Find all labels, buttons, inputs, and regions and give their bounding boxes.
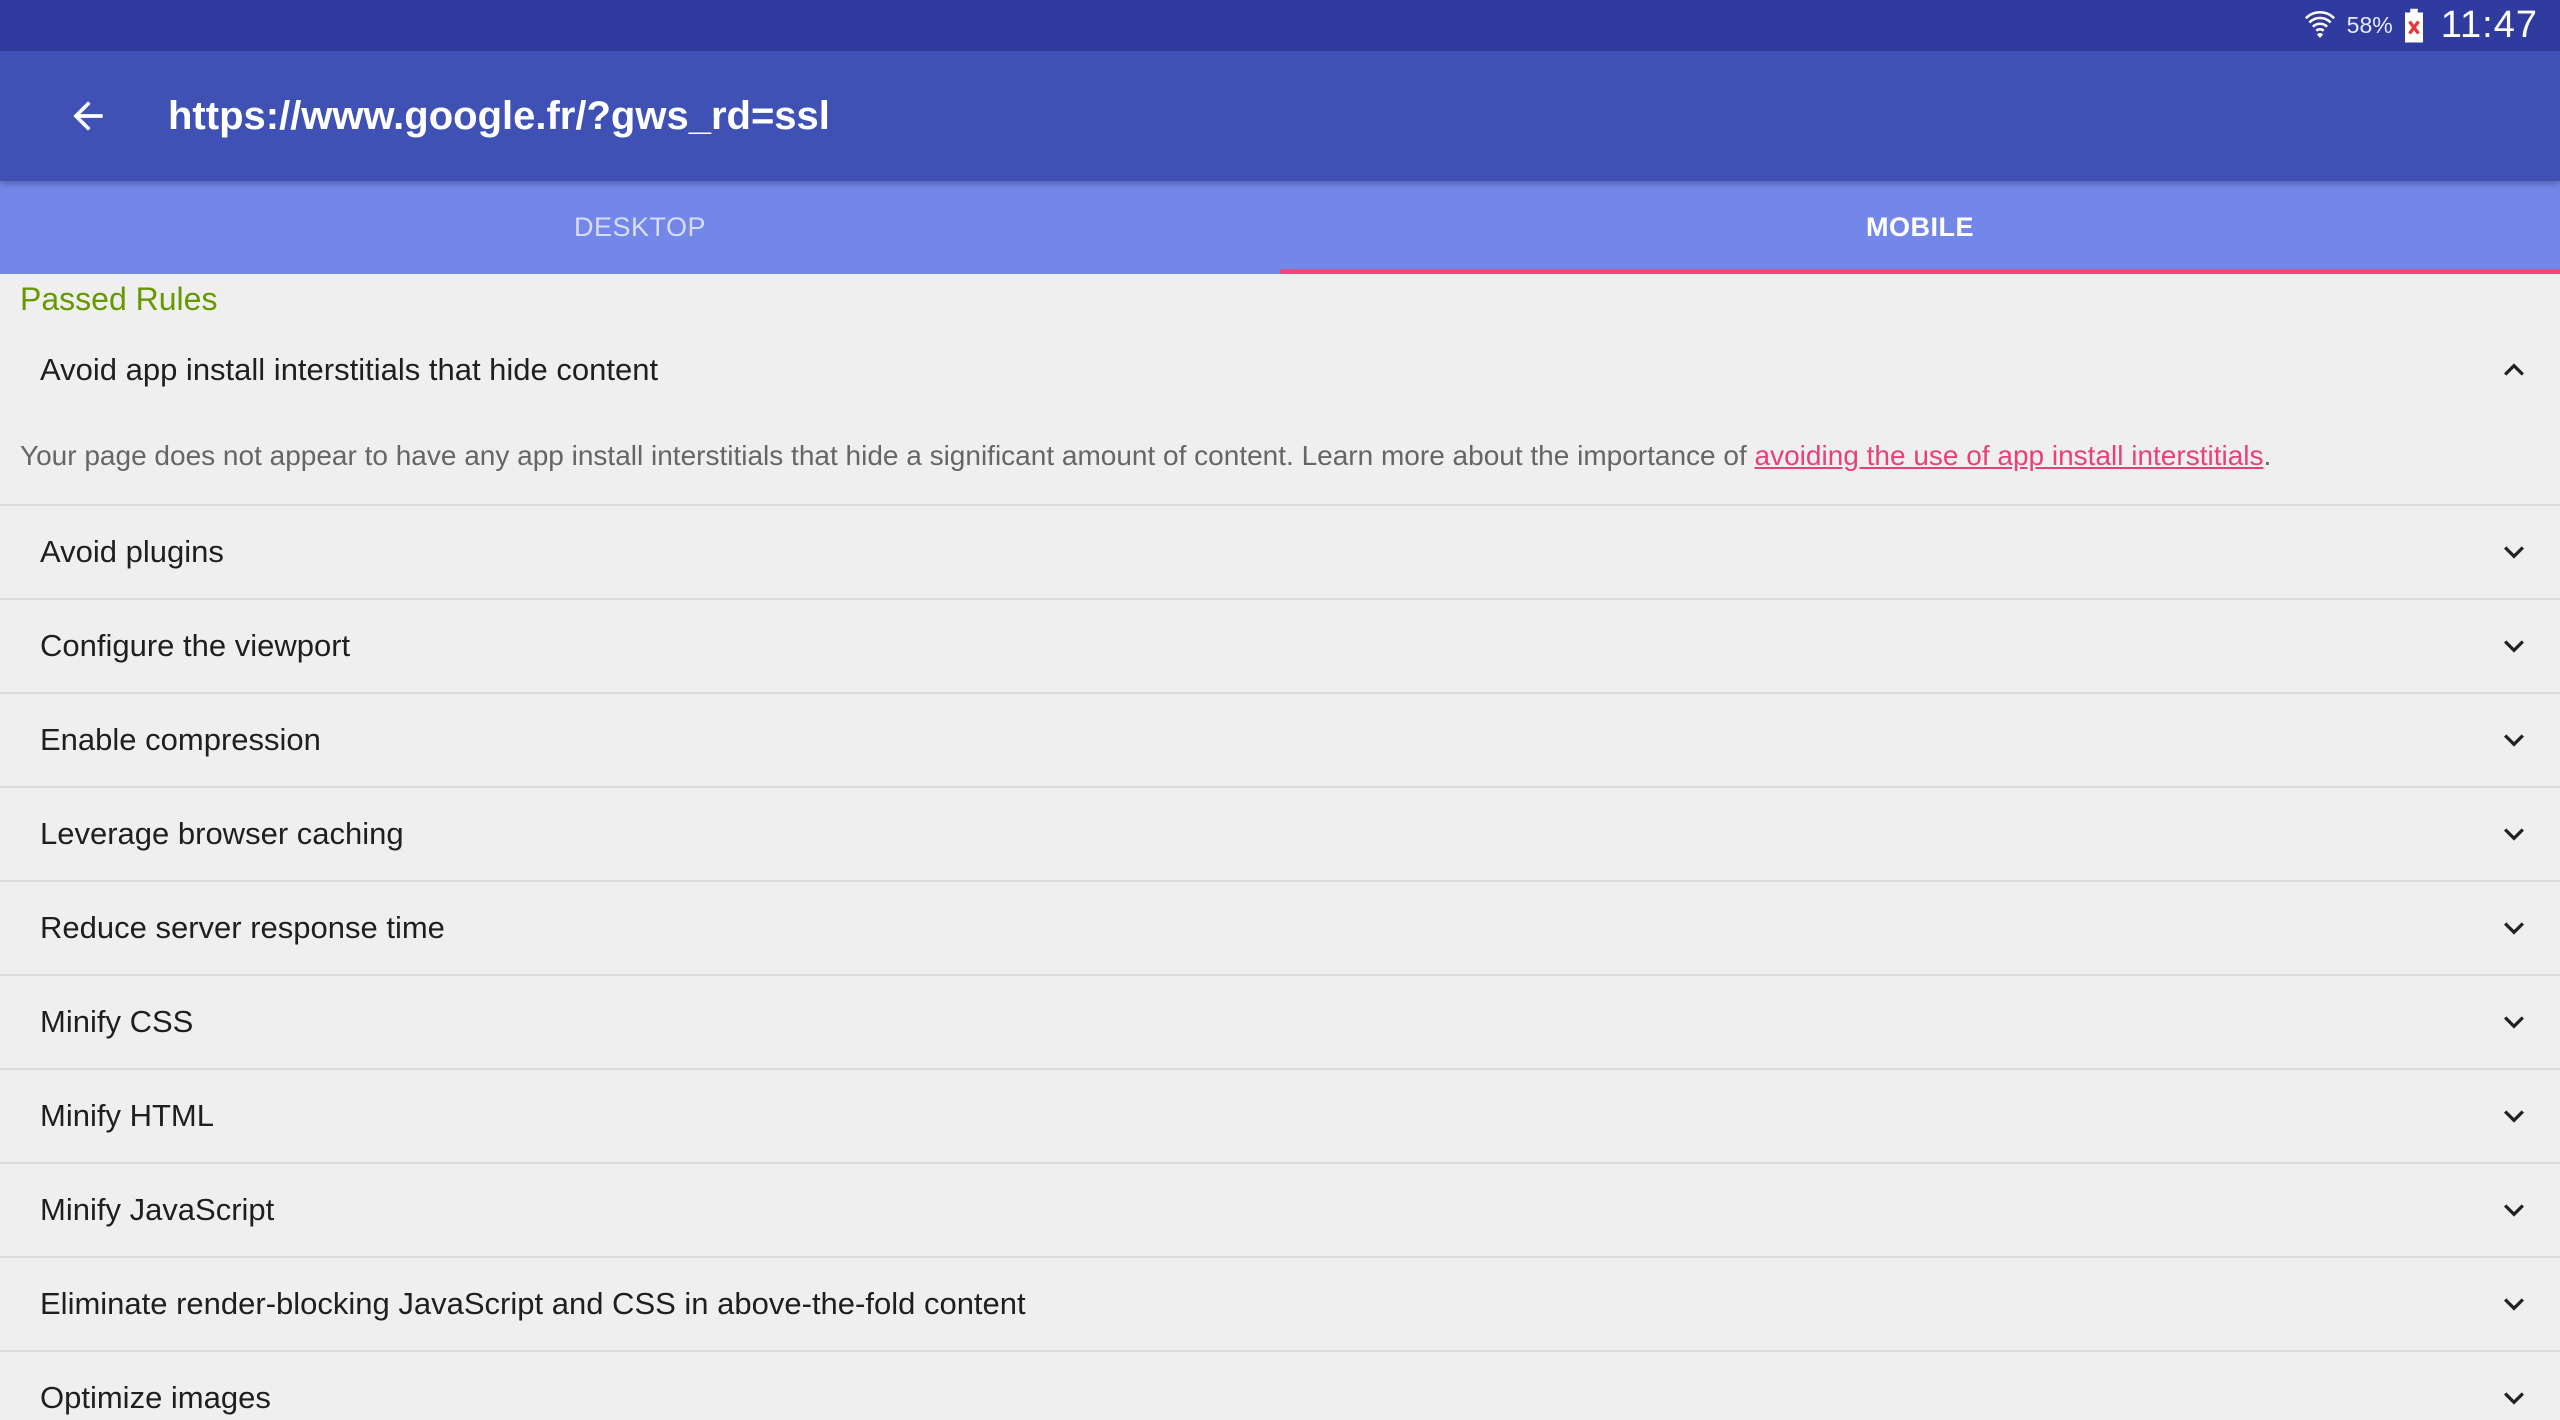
rule-title: Minify HTML [40,1098,214,1133]
chevron-down-icon[interactable] [2494,1378,2534,1418]
chevron-down-icon[interactable] [2494,1284,2534,1324]
rule-title: Configure the viewport [40,628,351,663]
rule-header-minify-html[interactable]: Minify HTML [0,1070,2560,1162]
rule-title: Minify JavaScript [40,1192,275,1227]
wifi-icon [2303,9,2337,43]
interstitials-learn-more-link[interactable]: avoiding the use of app install intersti… [1755,440,2264,471]
rule-title: Reduce server response time [40,910,445,945]
chevron-up-icon[interactable] [2494,350,2534,390]
rule-title: Avoid app install interstitials that hid… [40,352,659,387]
rule-header-optimize-images[interactable]: Optimize images [0,1352,2560,1420]
tab-mobile[interactable]: MOBILE [1280,181,2560,274]
rules-list: Avoid app install interstitials that hid… [0,324,2560,1420]
rule-header-server-response-time[interactable]: Reduce server response time [0,882,2560,974]
rule-title: Leverage browser caching [40,816,404,851]
status-time: 11:47 [2440,4,2538,46]
back-button[interactable] [48,89,128,143]
page-url-title: https://www.google.fr/?gws_rd=ssl [168,94,830,138]
rule-header-app-install-interstitials[interactable]: Avoid app install interstitials that hid… [0,324,2560,416]
app-bar: https://www.google.fr/?gws_rd=ssl [0,51,2560,181]
arrow-back-icon [66,94,110,138]
rule-header-enable-compression[interactable]: Enable compression [0,694,2560,786]
rule-header-configure-viewport[interactable]: Configure the viewport [0,600,2560,692]
rules-content: Passed Rules Avoid app install interstit… [0,274,2560,1420]
rule-title: Optimize images [40,1380,271,1415]
rule-title: Avoid plugins [40,534,224,569]
rule-header-minify-javascript[interactable]: Minify JavaScript [0,1164,2560,1256]
rule-title: Minify CSS [40,1004,194,1039]
tab-bar: DESKTOP MOBILE [0,181,2560,274]
rule-description: Your page does not appear to have any ap… [0,416,2560,504]
rule-header-browser-caching[interactable]: Leverage browser caching [0,788,2560,880]
tab-desktop[interactable]: DESKTOP [0,181,1280,274]
status-bar: 58% 11:47 [0,0,2560,51]
chevron-down-icon[interactable] [2494,532,2534,572]
rule-header-minify-css[interactable]: Minify CSS [0,976,2560,1068]
chevron-down-icon[interactable] [2494,1096,2534,1136]
rule-header-render-blocking[interactable]: Eliminate render-blocking JavaScript and… [0,1258,2560,1350]
battery-percentage: 58% [2346,12,2393,38]
rule-header-avoid-plugins[interactable]: Avoid plugins [0,506,2560,598]
rule-description-end: . [2263,440,2272,471]
chevron-down-icon[interactable] [2494,908,2534,948]
chevron-down-icon[interactable] [2494,626,2534,666]
status-indicators: 58% 11:47 [2303,0,2538,51]
chevron-down-icon[interactable] [2494,814,2534,854]
chevron-down-icon[interactable] [2494,720,2534,760]
section-title: Passed Rules [20,281,218,317]
rule-title: Enable compression [40,722,321,757]
chevron-down-icon[interactable] [2494,1002,2534,1042]
rule-description-text: Your page does not appear to have any ap… [20,440,1755,471]
battery-charging-error-icon [2403,8,2425,44]
chevron-down-icon[interactable] [2494,1190,2534,1230]
rule-title: Eliminate render-blocking JavaScript and… [40,1286,1026,1321]
